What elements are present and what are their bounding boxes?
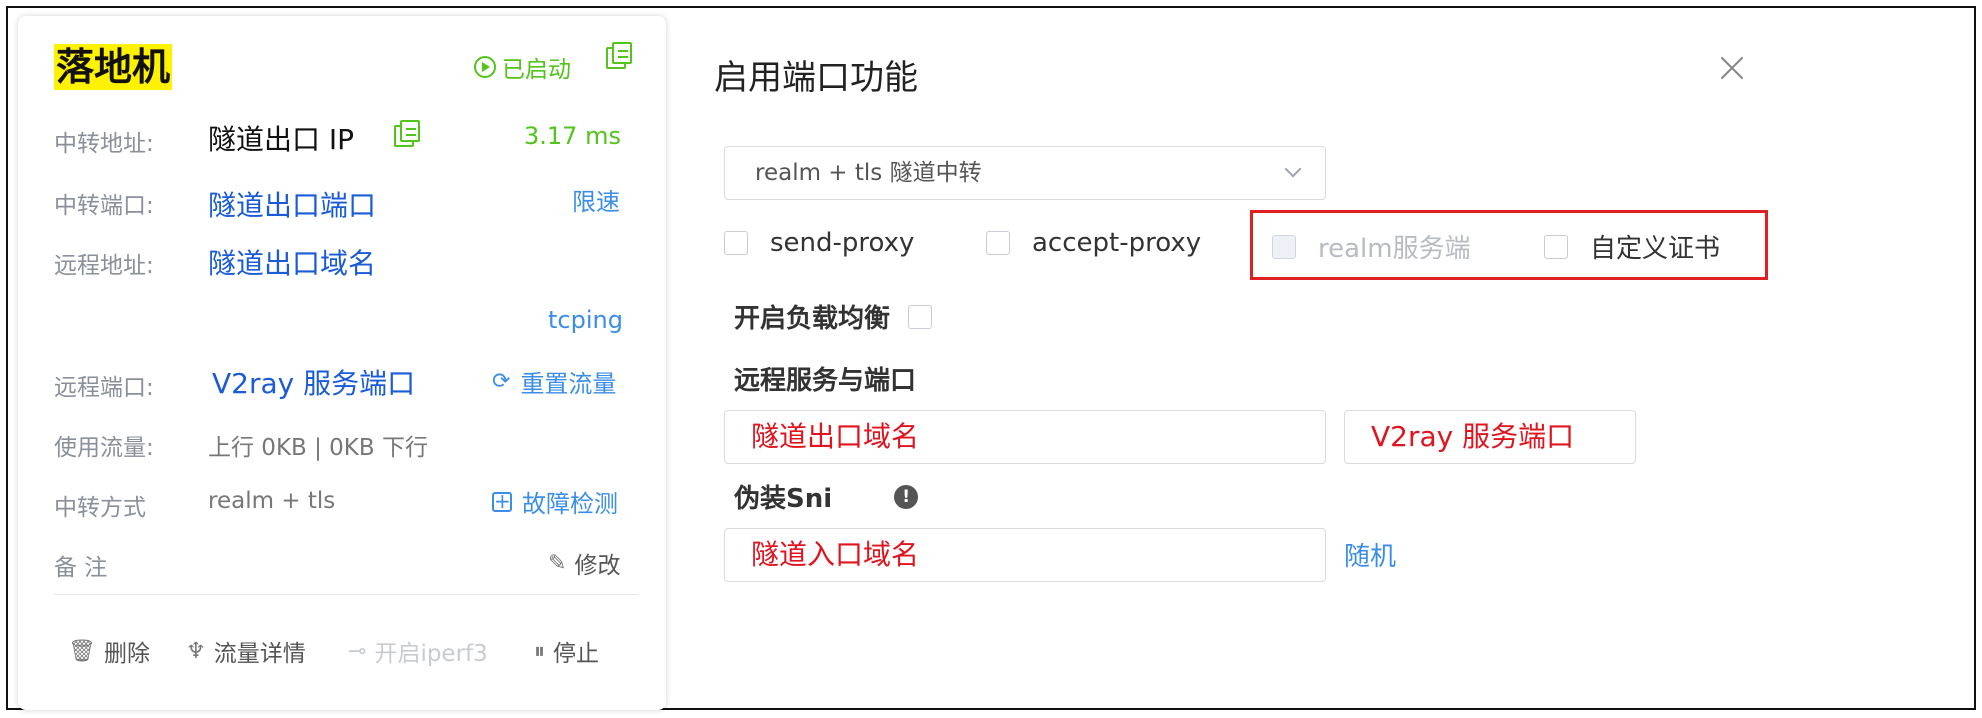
sni-row: 伪装Sni ! [734, 478, 919, 515]
fault-detect-label: 故障检测 [522, 490, 618, 518]
status-running: 已启动 [474, 50, 571, 84]
status-label: 已启动 [502, 57, 571, 83]
checkbox-box[interactable] [986, 231, 1010, 255]
random-link[interactable]: 随机 [1344, 536, 1396, 573]
plus-square-icon: + [492, 488, 512, 513]
cup-icon: ♆ [186, 638, 206, 664]
send-proxy-checkbox[interactable]: send-proxy [724, 228, 914, 258]
copy-icon[interactable] [606, 42, 632, 70]
tcping-link[interactable]: tcping [548, 306, 623, 334]
card-title: 落地机 [54, 44, 173, 90]
refresh-icon: ⟳ [492, 369, 511, 394]
relay-port-value[interactable]: 隧道出口端口 [208, 184, 376, 224]
relay-address-label: 中转地址: [54, 131, 154, 157]
load-balance-label: 开启负载均衡 [734, 304, 891, 334]
dialog-title: 启用端口功能 [714, 58, 918, 98]
traffic-detail-button[interactable]: ♆ 流量详情 [186, 634, 306, 668]
mode-select-value: realm + tls 隧道中转 [755, 160, 982, 186]
relay-port-label: 中转端口: [54, 193, 154, 219]
close-icon[interactable] [1720, 56, 1744, 80]
traffic-detail-label: 流量详情 [213, 641, 306, 667]
checkbox-box[interactable] [724, 231, 748, 255]
chevron-down-icon [1284, 160, 1302, 178]
stop-button[interactable]: ⏸ 停止 [534, 634, 599, 668]
copy-address-icon[interactable] [394, 120, 420, 148]
load-balance-checkbox[interactable] [908, 304, 933, 329]
screenshot-frame: 落地机 已启动 中转地址: 隧道出口 IP 3.17 ms 中转端口: 隧道出口… [6, 6, 1976, 710]
delete-label: 删除 [103, 641, 150, 667]
delete-button[interactable]: 🗑 删除 [68, 634, 150, 668]
pause-circle-icon: ⏸ [534, 638, 546, 664]
forward-rule-card: 落地机 已启动 中转地址: 隧道出口 IP 3.17 ms 中转端口: 隧道出口… [18, 16, 666, 710]
trash-icon: 🗑 [68, 638, 96, 664]
sni-input[interactable]: 隧道入口域名 [724, 528, 1326, 582]
mode-select[interactable]: realm + tls 隧道中转 [724, 146, 1326, 200]
reset-traffic-link[interactable]: ⟳ 重置流量 [492, 364, 616, 399]
edit-label: 修改 [574, 553, 621, 579]
latency-value: 3.17 ms [524, 122, 621, 150]
relay-address-value: 隧道出口 IP [208, 123, 355, 156]
toggle-icon: ⊸ [348, 638, 367, 664]
send-proxy-label: send-proxy [770, 228, 915, 258]
remote-port-label: 远程端口: [54, 375, 154, 401]
highlight-annotation [1250, 210, 1768, 280]
traffic-label: 使用流量: [54, 435, 154, 461]
remote-address-label: 远程地址: [54, 253, 154, 279]
remote-service-label: 远程服务与端口 [734, 366, 917, 396]
fault-detect-link[interactable]: + 故障检测 [492, 484, 618, 519]
remote-port-input[interactable]: V2ray 服务端口 [1344, 410, 1636, 464]
card-divider [54, 594, 638, 595]
reset-traffic-label: 重置流量 [520, 370, 617, 398]
edit-icon: ✎ [548, 550, 567, 576]
relay-mode-value: realm + tls [208, 488, 336, 514]
sni-label: 伪装Sni [734, 484, 833, 514]
remote-port-value[interactable]: V2ray 服务端口 [212, 362, 415, 402]
accept-proxy-label: accept-proxy [1032, 228, 1202, 258]
load-balance-row: 开启负载均衡 [734, 298, 933, 335]
remote-address-value[interactable]: 隧道出口域名 [208, 242, 376, 282]
iperf-label: 开启iperf3 [374, 641, 488, 667]
traffic-value: 上行 0KB | 0KB 下行 [208, 435, 428, 461]
iperf-button[interactable]: ⊸ 开启iperf3 [348, 634, 488, 668]
stop-label: 停止 [553, 641, 600, 667]
accept-proxy-checkbox[interactable]: accept-proxy [986, 228, 1201, 258]
relay-mode-label: 中转方式 [54, 495, 146, 521]
checkbox-box[interactable] [908, 304, 933, 329]
note-label: 备 注 [54, 555, 108, 581]
rate-limit-link[interactable]: 限速 [572, 182, 620, 217]
remote-host-input[interactable]: 隧道出口域名 [724, 410, 1326, 464]
play-circle-icon [474, 56, 496, 78]
edit-note-button[interactable]: ✎ 修改 [548, 546, 620, 580]
help-icon[interactable]: ! [894, 484, 919, 509]
